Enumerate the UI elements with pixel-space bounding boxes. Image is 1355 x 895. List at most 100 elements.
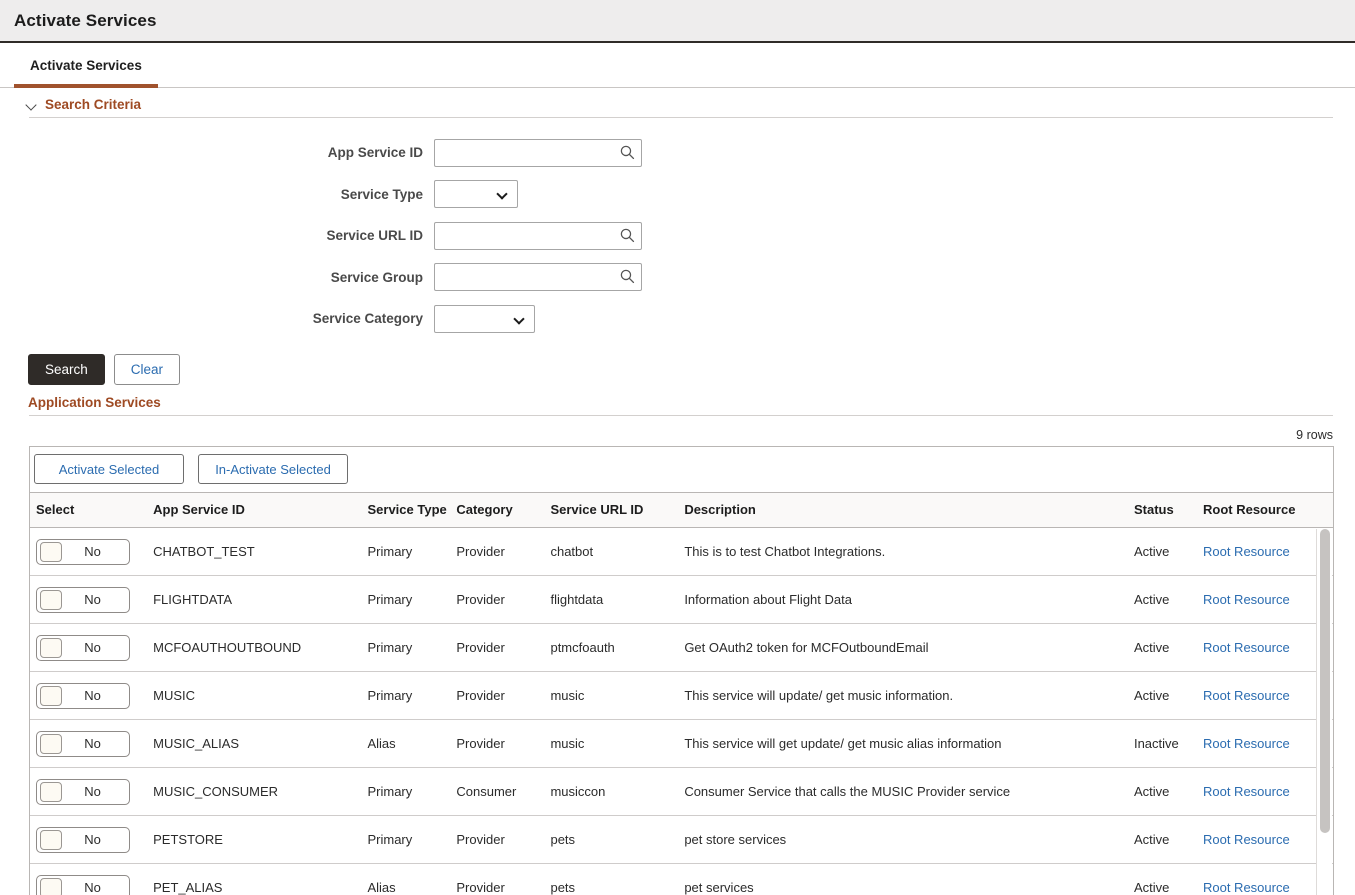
service-type-cell: Primary (361, 528, 450, 576)
service-url-id-cell: musiccon (544, 768, 678, 816)
activate-selected-button[interactable]: Activate Selected (34, 454, 184, 484)
column-header-status: Status (1128, 493, 1197, 528)
service-url-id-cell: ptmcfoauth (544, 624, 678, 672)
tab-label: Activate Services (30, 58, 142, 73)
root-resource-cell: Root Resource (1197, 576, 1333, 624)
app-service-id-cell: MUSIC_ALIAS (147, 720, 361, 768)
status-cell: Active (1128, 864, 1197, 895)
service-type-cell: Primary (361, 576, 450, 624)
field-row-service-category: Service Category (0, 298, 1355, 340)
select-cell: No (30, 768, 147, 816)
chevron-down-icon (26, 99, 39, 112)
search-criteria-toggle[interactable]: Search Criteria (0, 91, 1355, 118)
category-cell: Provider (450, 528, 544, 576)
app-service-id-input[interactable] (434, 139, 642, 167)
root-resource-link[interactable]: Root Resource (1203, 736, 1290, 751)
checkbox-icon[interactable] (40, 782, 62, 802)
status-cell: Active (1128, 624, 1197, 672)
root-resource-cell: Root Resource (1197, 528, 1333, 576)
root-resource-link[interactable]: Root Resource (1203, 544, 1290, 559)
service-group-lookup (434, 263, 642, 291)
grid-scrollbar-thumb[interactable] (1320, 529, 1330, 833)
description-cell: This is to test Chatbot Integrations. (678, 528, 1128, 576)
service-group-input[interactable] (434, 263, 642, 291)
service-type-cell: Primary (361, 816, 450, 864)
select-toggle[interactable]: No (36, 827, 130, 853)
service-group-label: Service Group (0, 270, 434, 285)
inactivate-selected-button[interactable]: In-Activate Selected (198, 454, 348, 484)
service-type-select[interactable] (434, 180, 518, 208)
select-toggle[interactable]: No (36, 587, 130, 613)
row-count-label: 9 rows (0, 428, 1355, 442)
table-row: NoMUSIC_CONSUMERPrimaryConsumermusicconC… (30, 768, 1333, 816)
select-cell: No (30, 672, 147, 720)
app-service-id-lookup (434, 139, 642, 167)
checkbox-icon[interactable] (40, 590, 62, 610)
description-cell: This service will update/ get music info… (678, 672, 1128, 720)
root-resource-link[interactable]: Root Resource (1203, 688, 1290, 703)
tab-activate-services[interactable]: Activate Services (14, 43, 158, 88)
service-category-select[interactable] (434, 305, 535, 333)
select-toggle[interactable]: No (36, 875, 130, 895)
description-cell: Get OAuth2 token for MCFOutboundEmail (678, 624, 1128, 672)
service-url-id-cell: music (544, 720, 678, 768)
root-resource-link[interactable]: Root Resource (1203, 784, 1290, 799)
category-cell: Consumer (450, 768, 544, 816)
service-type-cell: Primary (361, 672, 450, 720)
select-toggle[interactable]: No (36, 635, 130, 661)
root-resource-link[interactable]: Root Resource (1203, 880, 1290, 895)
checkbox-icon[interactable] (40, 878, 62, 895)
service-url-id-input[interactable] (434, 222, 642, 250)
service-url-id-cell: music (544, 672, 678, 720)
table-row: NoPETSTOREPrimaryProviderpetspet store s… (30, 816, 1333, 864)
root-resource-link[interactable]: Root Resource (1203, 640, 1290, 655)
checkbox-icon[interactable] (40, 542, 62, 562)
select-toggle[interactable]: No (36, 731, 130, 757)
services-table: Select App Service ID Service Type Categ… (30, 493, 1333, 895)
grid-vertical-scrollbar[interactable] (1316, 529, 1332, 895)
checkbox-icon[interactable] (40, 638, 62, 658)
select-cell: No (30, 576, 147, 624)
service-type-label: Service Type (0, 187, 434, 202)
root-resource-link[interactable]: Root Resource (1203, 592, 1290, 607)
table-row: NoCHATBOT_TESTPrimaryProviderchatbotThis… (30, 528, 1333, 576)
field-row-service-url-id: Service URL ID (0, 215, 1355, 257)
clear-button[interactable]: Clear (114, 354, 180, 385)
root-resource-cell: Root Resource (1197, 672, 1333, 720)
grid-title-divider (29, 415, 1333, 416)
field-row-service-type: Service Type (0, 174, 1355, 216)
service-url-id-cell: chatbot (544, 528, 678, 576)
select-toggle[interactable]: No (36, 683, 130, 709)
select-toggle-label: No (62, 880, 129, 895)
column-header-root-resource: Root Resource (1197, 493, 1333, 528)
table-row: NoMCFOAUTHOUTBOUNDPrimaryProviderptmcfoa… (30, 624, 1333, 672)
service-url-id-label: Service URL ID (0, 228, 434, 243)
column-header-category: Category (450, 493, 544, 528)
app-service-id-cell: PET_ALIAS (147, 864, 361, 895)
root-resource-link[interactable]: Root Resource (1203, 832, 1290, 847)
app-service-id-label: App Service ID (0, 145, 434, 160)
root-resource-cell: Root Resource (1197, 816, 1333, 864)
column-header-select: Select (30, 493, 147, 528)
description-cell: Information about Flight Data (678, 576, 1128, 624)
select-toggle-label: No (62, 544, 129, 559)
app-service-id-cell: MUSIC_CONSUMER (147, 768, 361, 816)
root-resource-cell: Root Resource (1197, 864, 1333, 895)
select-toggle[interactable]: No (36, 539, 130, 565)
root-resource-cell: Root Resource (1197, 720, 1333, 768)
chevron-down-icon (515, 315, 524, 324)
checkbox-icon[interactable] (40, 686, 62, 706)
checkbox-icon[interactable] (40, 830, 62, 850)
field-row-service-group: Service Group (0, 257, 1355, 299)
application-services-grid: Activate Selected In-Activate Selected S… (29, 446, 1334, 895)
column-header-service-url-id: Service URL ID (544, 493, 678, 528)
select-toggle[interactable]: No (36, 779, 130, 805)
status-cell: Active (1128, 528, 1197, 576)
category-cell: Provider (450, 816, 544, 864)
category-cell: Provider (450, 576, 544, 624)
status-cell: Active (1128, 816, 1197, 864)
select-toggle-label: No (62, 736, 129, 751)
search-button[interactable]: Search (28, 354, 105, 385)
app-service-id-cell: MCFOAUTHOUTBOUND (147, 624, 361, 672)
checkbox-icon[interactable] (40, 734, 62, 754)
